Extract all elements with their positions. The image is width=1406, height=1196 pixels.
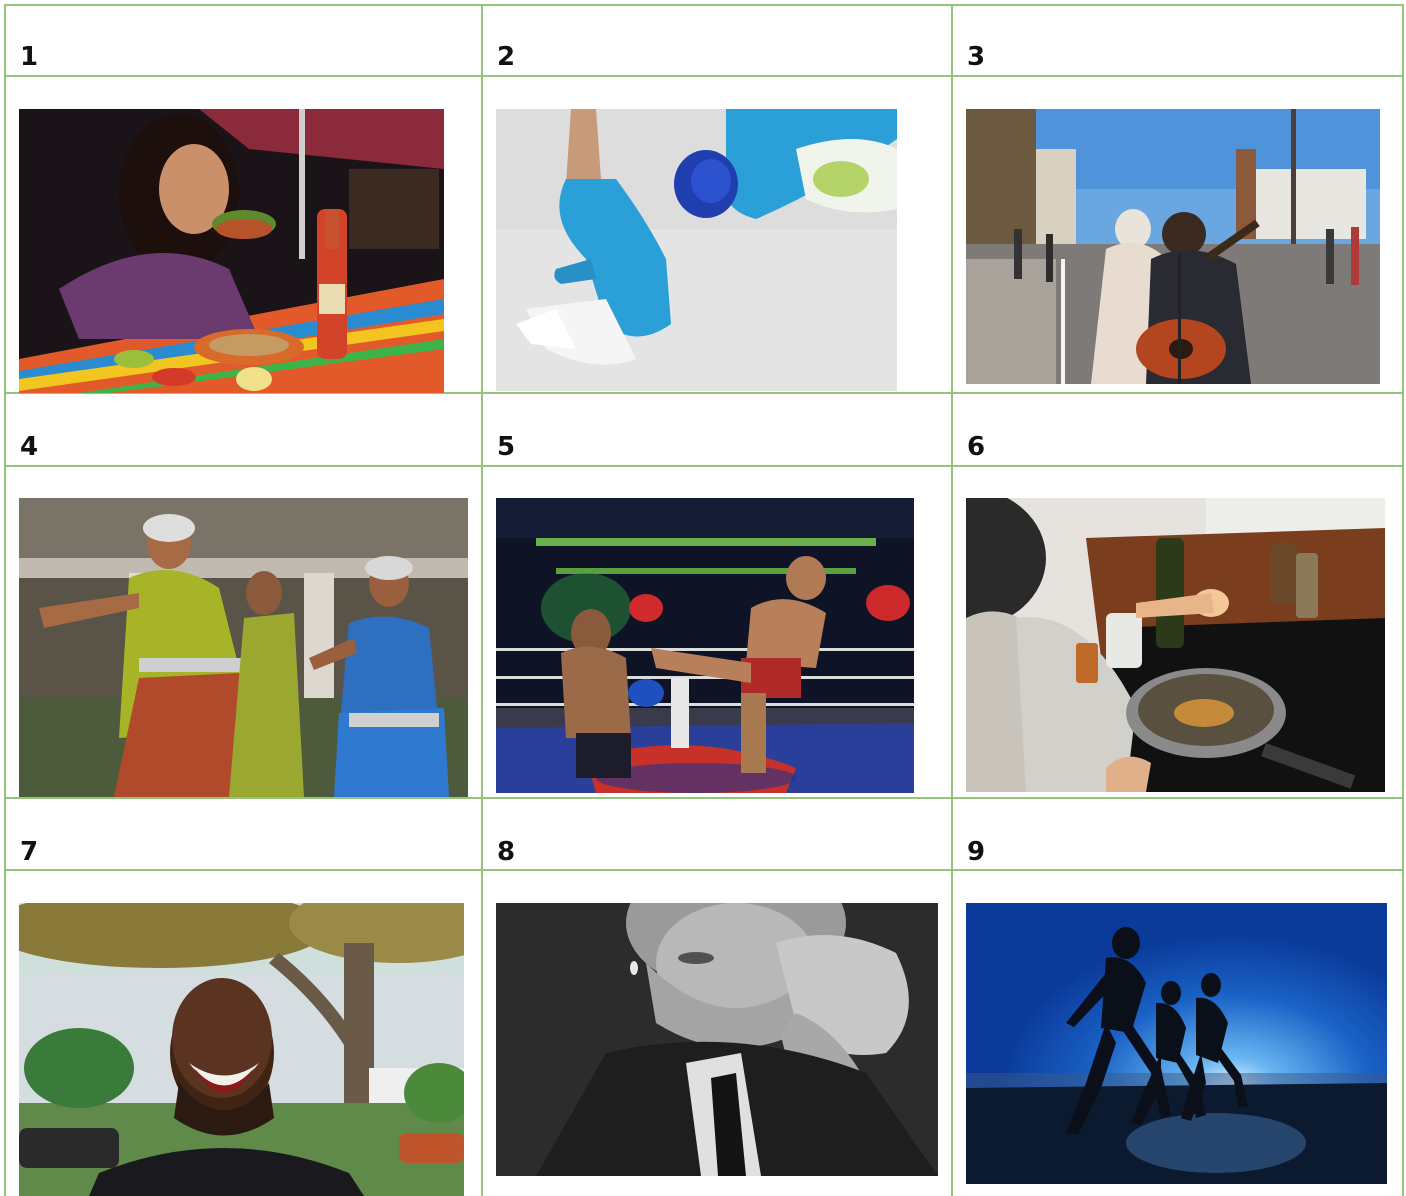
photo-kickboxing-match — [496, 498, 914, 793]
grid-line — [4, 869, 1404, 871]
photo-gloved-hand-cleaning — [496, 109, 897, 391]
photo-grid-table: 1 2 3 4 5 6 7 8 9 — [0, 0, 1406, 1196]
photo-man-laughing — [19, 903, 464, 1196]
cell-number: 5 — [497, 432, 516, 462]
photo-runners-silhouette — [966, 903, 1387, 1184]
grid-line — [1402, 4, 1404, 1196]
grid-line — [4, 4, 1404, 6]
grid-line — [4, 797, 1404, 799]
cell-number: 9 — [967, 837, 986, 867]
cell-number: 3 — [967, 42, 986, 72]
grid-line — [481, 4, 483, 1196]
cell-number: 7 — [20, 837, 39, 867]
cell-number: 1 — [20, 42, 39, 72]
photo-classical-dancers — [19, 498, 468, 797]
cell-number: 4 — [20, 432, 39, 462]
photo-man-crying — [496, 903, 938, 1176]
cell-number: 8 — [497, 837, 516, 867]
grid-line — [4, 4, 6, 1196]
grid-line — [951, 4, 953, 1196]
photo-street-musicians — [966, 109, 1380, 384]
grid-line — [4, 75, 1404, 77]
photo-woman-eating-taco — [19, 109, 444, 393]
photo-cooking-pan — [966, 498, 1385, 792]
cell-number: 2 — [497, 42, 516, 72]
grid-line — [4, 465, 1404, 467]
cell-number: 6 — [967, 432, 986, 462]
